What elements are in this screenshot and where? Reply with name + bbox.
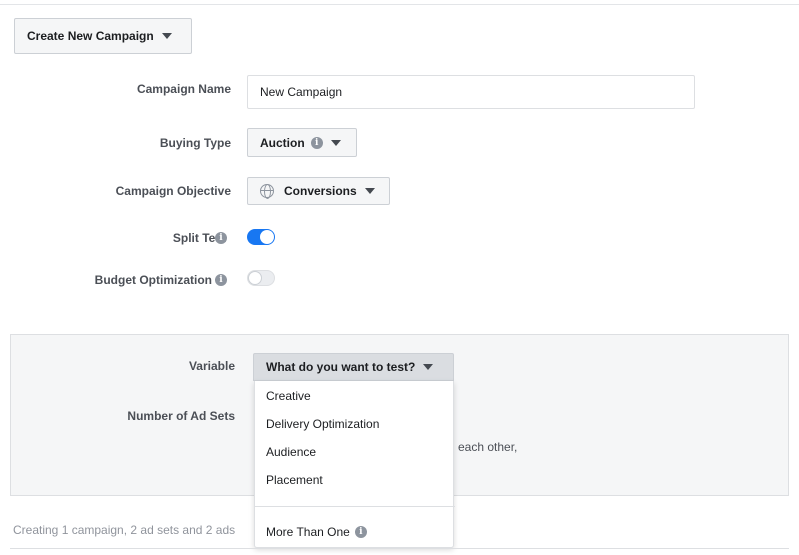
caret-down-icon xyxy=(330,139,341,146)
create-new-campaign-button[interactable]: Create New Campaign xyxy=(14,18,192,54)
budget-optimization-toggle[interactable] xyxy=(247,270,275,286)
dropdown-option-audience[interactable]: Audience xyxy=(266,445,316,459)
budget-optimization-label: Budget Optimization xyxy=(95,273,212,287)
variable-dropdown-menu: Creative Delivery Optimization Audience … xyxy=(254,381,455,548)
dropdown-option-delivery-optimization[interactable]: Delivery Optimization xyxy=(266,417,379,431)
buying-type-value: Auction xyxy=(260,135,305,150)
top-divider xyxy=(0,4,799,5)
caret-down-icon xyxy=(161,33,172,39)
split-test-toggle[interactable] xyxy=(247,229,275,245)
caret-down-icon xyxy=(364,188,375,194)
dropdown-option-more-than-one[interactable]: More Than One i xyxy=(266,525,367,539)
campaign-objective-value: Conversions xyxy=(284,184,357,198)
toggle-knob xyxy=(260,230,274,244)
campaign-objective-label: Campaign Objective xyxy=(115,184,231,198)
bottom-divider xyxy=(10,548,789,549)
campaign-objective-dropdown[interactable]: Conversions xyxy=(247,177,390,205)
create-new-campaign-label: Create New Campaign xyxy=(27,29,154,43)
variable-dropdown[interactable]: What do you want to test? xyxy=(253,353,454,381)
info-icon[interactable]: i xyxy=(310,136,323,149)
caret-down-icon xyxy=(423,364,434,370)
number-of-ad-sets-label: Number of Ad Sets xyxy=(127,409,235,423)
globe-icon xyxy=(260,184,274,199)
info-icon[interactable]: i xyxy=(215,274,227,286)
variable-placeholder: What do you want to test? xyxy=(266,360,416,374)
buying-type-label: Buying Type xyxy=(159,136,231,150)
info-icon[interactable]: i xyxy=(354,526,367,538)
campaign-name-input[interactable] xyxy=(247,75,695,109)
toggle-knob xyxy=(248,271,262,285)
helper-text: each other, xyxy=(458,440,518,454)
dropdown-option-creative[interactable]: Creative xyxy=(266,389,311,403)
more-than-one-label: More Than One xyxy=(266,525,350,539)
variable-label: Variable xyxy=(188,359,235,373)
campaign-name-label: Campaign Name xyxy=(136,82,231,96)
budget-optimization-label-text: Budget Optimization xyxy=(94,273,212,287)
info-icon[interactable]: i xyxy=(215,232,227,244)
buying-type-dropdown[interactable]: Auction i xyxy=(247,128,357,157)
dropdown-option-placement[interactable]: Placement xyxy=(266,473,323,487)
campaign-summary: Creating 1 campaign, 2 ad sets and 2 ads xyxy=(13,523,236,537)
dropdown-divider xyxy=(255,506,455,507)
